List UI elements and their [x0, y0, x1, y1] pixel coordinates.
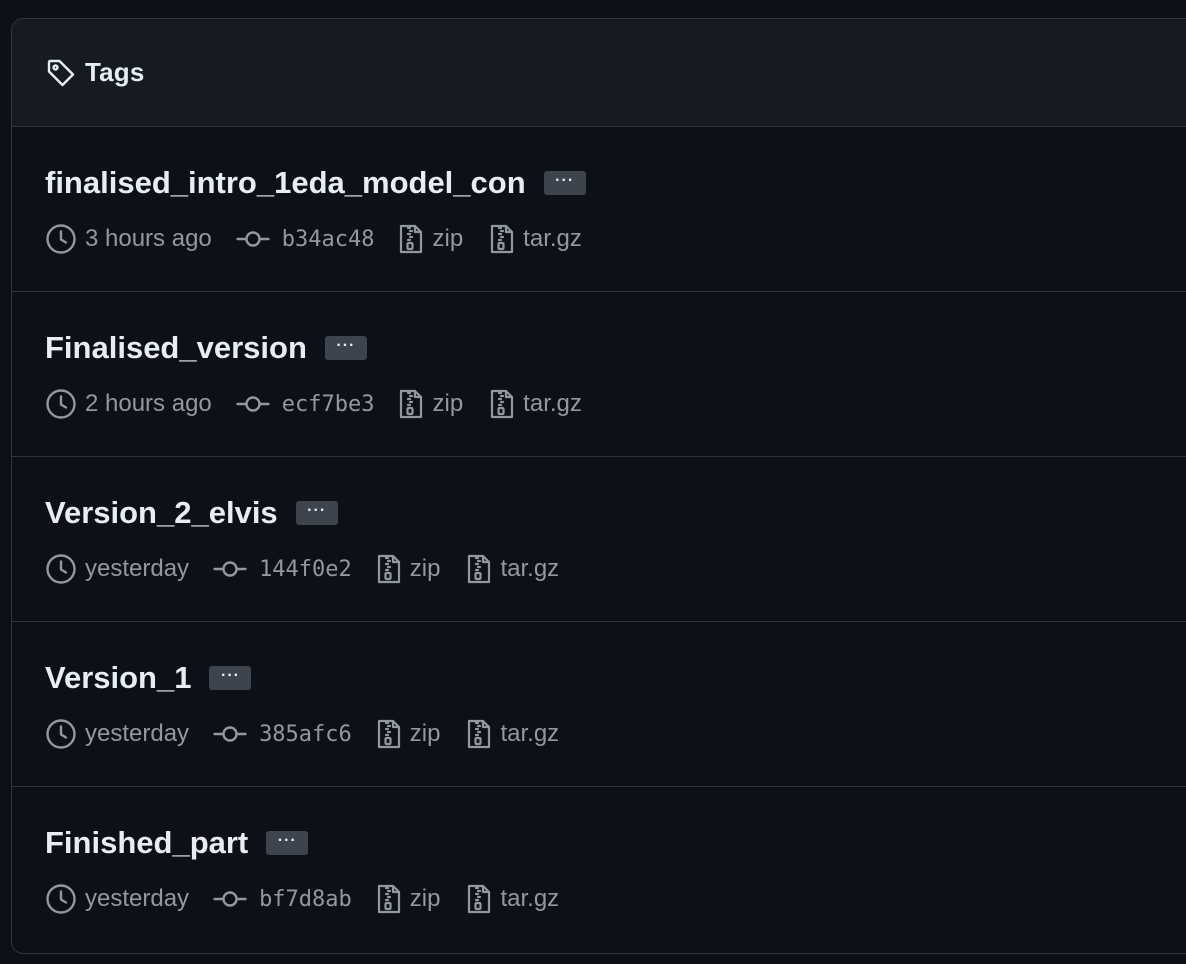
commit-sha: 144f0e2 — [259, 556, 352, 582]
git-commit-icon — [213, 561, 247, 577]
tag-title-line: Finalised_version ··· — [45, 330, 367, 366]
tag-time: 3 hours ago — [45, 223, 212, 255]
tags-header: Tags — [12, 19, 1186, 127]
tag-time: yesterday — [45, 718, 189, 750]
zip-label: zip — [409, 720, 441, 747]
download-tar-link[interactable]: tar.gz — [466, 718, 559, 750]
more-options-button[interactable]: ··· — [295, 501, 338, 525]
commit-link[interactable]: bf7d8ab — [213, 887, 352, 912]
tag-time: yesterday — [45, 553, 189, 585]
tag-name-link[interactable]: Version_1 — [45, 660, 191, 696]
clock-icon — [46, 554, 76, 584]
download-tar-link[interactable]: tar.gz — [466, 883, 559, 915]
tag-title-line: Version_1 ··· — [45, 660, 252, 696]
tar-label: tar.gz — [523, 225, 582, 252]
file-zip-icon — [377, 884, 400, 914]
more-options-button[interactable]: ··· — [324, 336, 367, 360]
tag-name-link[interactable]: finalised_intro_1eda_model_con — [45, 165, 526, 201]
clock-icon — [46, 719, 76, 749]
tag-row: Finalised_version ··· 2 hours ago ecf7be… — [12, 292, 1186, 457]
clock-icon — [46, 389, 76, 419]
commit-link[interactable]: b34ac48 — [236, 226, 375, 252]
download-zip-link[interactable]: zip — [398, 388, 463, 420]
file-zip-icon — [377, 554, 400, 584]
file-zip-icon — [377, 719, 400, 749]
git-commit-icon — [213, 891, 247, 907]
clock-icon — [46, 224, 76, 254]
git-commit-icon — [213, 726, 247, 742]
relative-time: yesterday — [85, 555, 190, 582]
tag-title-line: Version_2_elvis ··· — [45, 495, 338, 531]
tag-row: Finished_part ··· yesterday bf7d8ab zip … — [12, 787, 1186, 952]
tags-panel: Tags finalised_intro_1eda_model_con ··· … — [11, 18, 1186, 954]
tag-time: 2 hours ago — [45, 388, 212, 420]
commit-sha: bf7d8ab — [259, 886, 352, 912]
tar-label: tar.gz — [500, 720, 560, 747]
download-tar-link[interactable]: tar.gz — [489, 388, 582, 420]
download-zip-link[interactable]: zip — [398, 223, 463, 255]
file-zip-icon — [491, 224, 514, 254]
clock-icon — [46, 884, 76, 914]
file-zip-icon — [400, 224, 423, 254]
tag-name-link[interactable]: Version_2_elvis — [45, 495, 278, 531]
relative-time: yesterday — [85, 720, 190, 747]
zip-label: zip — [432, 390, 464, 417]
git-commit-icon — [236, 231, 270, 247]
tag-name-link[interactable]: Finished_part — [45, 825, 248, 861]
download-zip-link[interactable]: zip — [376, 718, 441, 750]
tar-label: tar.gz — [500, 885, 560, 912]
tag-row: Version_1 ··· yesterday 385afc6 zip tar.… — [12, 622, 1186, 787]
more-options-button[interactable]: ··· — [543, 171, 586, 195]
tag-meta: 2 hours ago ecf7be3 zip tar.gz — [45, 388, 582, 420]
file-zip-icon — [468, 719, 491, 749]
tar-label: tar.gz — [523, 390, 582, 417]
more-options-button[interactable]: ··· — [209, 666, 252, 690]
commit-sha: 385afc6 — [259, 721, 352, 747]
tar-label: tar.gz — [500, 555, 560, 582]
tag-meta: yesterday 385afc6 zip tar.gz — [45, 718, 559, 750]
commit-link[interactable]: 144f0e2 — [213, 557, 352, 582]
file-zip-icon — [491, 389, 514, 419]
tag-icon — [47, 59, 75, 86]
tag-row: finalised_intro_1eda_model_con ··· 3 hou… — [12, 127, 1186, 292]
file-zip-icon — [468, 884, 491, 914]
tag-meta: 3 hours ago b34ac48 zip tar.gz — [45, 223, 582, 255]
tag-meta: yesterday bf7d8ab zip tar.gz — [45, 883, 559, 915]
tag-row: Version_2_elvis ··· yesterday 144f0e2 zi… — [12, 457, 1186, 622]
tag-title-line: finalised_intro_1eda_model_con ··· — [45, 165, 586, 201]
commit-link[interactable]: ecf7be3 — [236, 391, 375, 417]
more-options-button[interactable]: ··· — [266, 831, 309, 855]
relative-time: yesterday — [85, 885, 190, 912]
download-zip-link[interactable]: zip — [376, 883, 441, 915]
page-title: Tags — [85, 57, 145, 87]
tag-title-line: Finished_part ··· — [45, 825, 309, 861]
download-zip-link[interactable]: zip — [376, 553, 441, 585]
zip-label: zip — [432, 225, 464, 252]
file-zip-icon — [468, 554, 491, 584]
relative-time: 2 hours ago — [85, 390, 212, 417]
zip-label: zip — [409, 885, 441, 912]
tag-meta: yesterday 144f0e2 zip tar.gz — [45, 553, 559, 585]
download-tar-link[interactable]: tar.gz — [489, 223, 582, 255]
tag-name-link[interactable]: Finalised_version — [45, 330, 307, 366]
commit-link[interactable]: 385afc6 — [213, 722, 352, 747]
zip-label: zip — [409, 555, 441, 582]
git-commit-icon — [236, 396, 270, 412]
tag-time: yesterday — [45, 883, 189, 915]
relative-time: 3 hours ago — [85, 225, 212, 252]
commit-sha: ecf7be3 — [281, 391, 375, 417]
commit-sha: b34ac48 — [281, 226, 375, 252]
file-zip-icon — [400, 389, 423, 419]
download-tar-link[interactable]: tar.gz — [466, 553, 559, 585]
